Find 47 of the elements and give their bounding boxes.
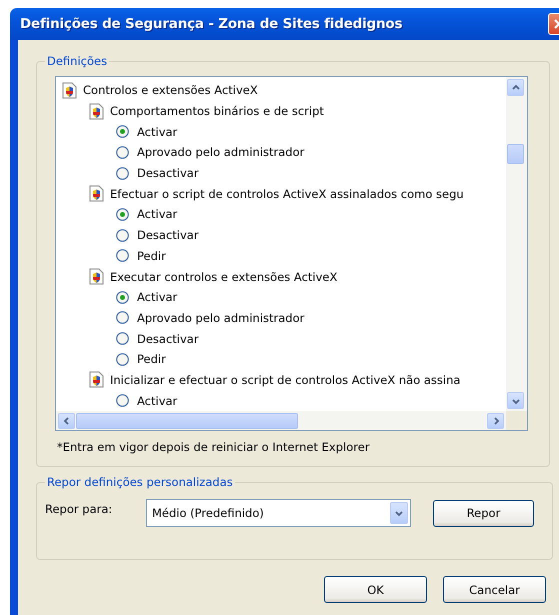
setting-label: Comportamentos binários e de script bbox=[110, 104, 324, 118]
reset-to-label: Repor para: bbox=[45, 502, 114, 516]
radio-button[interactable] bbox=[116, 249, 129, 262]
group-title: Definições bbox=[46, 54, 108, 68]
setting-label: Executar controlos e extensões ActiveX bbox=[110, 270, 338, 284]
radio-button[interactable] bbox=[116, 311, 129, 324]
option-label[interactable]: Aprovado pelo administrador bbox=[137, 145, 304, 160]
settings-list[interactable] bbox=[55, 76, 528, 431]
setting-label: Controlos e extensões ActiveX bbox=[83, 83, 258, 98]
radio-button[interactable] bbox=[116, 228, 129, 242]
radio-button[interactable] bbox=[116, 332, 129, 346]
level-dropdown[interactable]: Médio (Predefinido) bbox=[146, 499, 411, 527]
option-label[interactable]: Aprovado pelo administrador bbox=[137, 310, 304, 325]
option-label[interactable]: Activar bbox=[137, 394, 178, 408]
setting-label: Inicializar e efectuar o script de controlos ActiveX não assina bbox=[110, 372, 460, 387]
option-label[interactable]: Activar bbox=[137, 290, 178, 304]
shield-document-icon bbox=[89, 185, 104, 202]
shield-document-icon bbox=[89, 102, 104, 120]
option-label[interactable]: Desactivar bbox=[137, 166, 199, 180]
shield-document-icon bbox=[89, 268, 104, 286]
scroll-thumb[interactable] bbox=[507, 144, 524, 164]
restart-note: *Entra em vigor depois de reiniciar o Internet Explorer bbox=[57, 440, 371, 454]
dialog-button[interactable]: OK bbox=[324, 576, 427, 603]
radio-button[interactable] bbox=[116, 394, 129, 408]
scroll-thumb[interactable] bbox=[76, 412, 298, 428]
radio-button[interactable] bbox=[116, 208, 129, 221]
option-label[interactable]: Activar bbox=[137, 124, 178, 139]
radio-button[interactable] bbox=[116, 146, 129, 159]
radio-button[interactable] bbox=[116, 352, 129, 366]
radio-button[interactable] bbox=[116, 125, 129, 138]
reset-button[interactable]: Repor bbox=[433, 500, 534, 526]
option-label[interactable]: Desactivar bbox=[137, 228, 199, 242]
option-label[interactable]: Activar bbox=[137, 207, 178, 222]
window-title: Definições de Segurança - Zona de Sites fidedignos bbox=[20, 16, 402, 32]
vertical-scrollbar[interactable] bbox=[506, 77, 527, 411]
radio-button[interactable] bbox=[116, 290, 129, 304]
option-label[interactable]: Pedir bbox=[137, 352, 166, 366]
dialog-button[interactable]: Cancelar bbox=[443, 576, 546, 603]
horizontal-scrollbar[interactable] bbox=[56, 411, 506, 430]
radio-button[interactable] bbox=[116, 166, 129, 180]
scrollbar-corner bbox=[506, 411, 527, 430]
group-title: Repor definições personalizadas bbox=[46, 475, 234, 489]
setting-label: Efectuar o script de controlos ActiveX assinalados como segu bbox=[110, 186, 464, 201]
shield-document-icon bbox=[89, 371, 104, 388]
option-label[interactable]: Pedir bbox=[137, 248, 166, 263]
shield-document-icon bbox=[62, 82, 77, 99]
option-label[interactable]: Desactivar bbox=[137, 332, 199, 346]
